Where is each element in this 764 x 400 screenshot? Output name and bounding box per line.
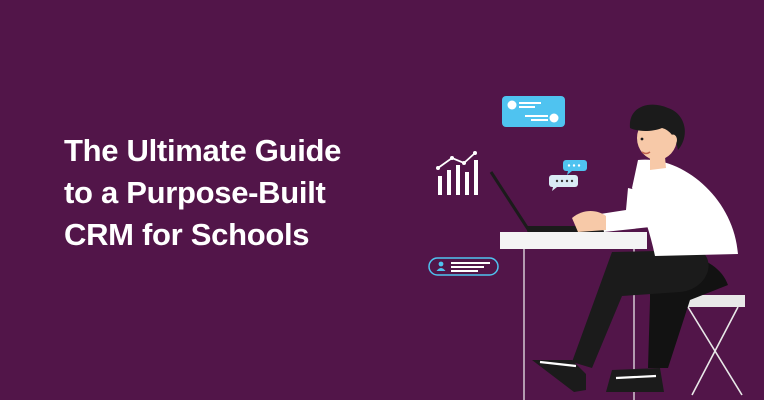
headline: The Ultimate Guide to a Purpose-Built CR… (64, 130, 394, 256)
headline-line-2: to a Purpose-Built (64, 175, 326, 210)
person-at-laptop-illustration (428, 96, 745, 400)
hero-banner: The Ultimate Guide to a Purpose-Built CR… (0, 0, 764, 400)
headline-line-1: The Ultimate Guide (64, 133, 342, 168)
bar-chart-trend-icon (436, 151, 478, 195)
contact-chat-bubble-icon (502, 96, 565, 127)
typing-chat-bubbles-icon (549, 160, 587, 191)
user-card-icon (428, 257, 499, 276)
headline-line-3: CRM for Schools (64, 217, 310, 252)
